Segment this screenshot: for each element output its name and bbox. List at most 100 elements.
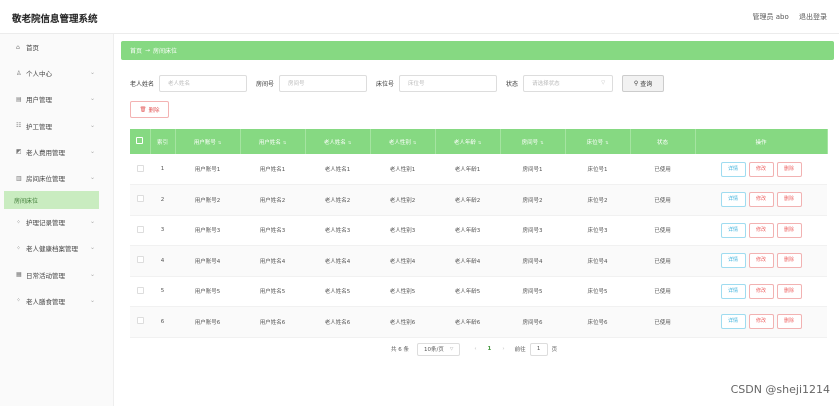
detail-button[interactable]: 详情 — [720, 222, 746, 238]
pager-current-page[interactable]: 1 — [488, 346, 492, 352]
table-cell: 老人年龄6 — [435, 306, 500, 338]
row-actions: 详情 修改 删除 — [695, 276, 827, 307]
detail-button[interactable]: 详情 — [720, 283, 746, 299]
detail-button[interactable]: 详情 — [720, 314, 746, 330]
delete-button[interactable]: 删除 — [776, 222, 802, 238]
detail-button[interactable]: 详情 — [720, 253, 746, 269]
table-cell: 老人年龄4 — [435, 245, 500, 277]
pager-size-select[interactable]: 10条/页 ▽ — [417, 342, 461, 356]
table-cell: 用户姓名3 — [240, 215, 305, 246]
logout-link[interactable]: 退出登录 — [799, 13, 827, 21]
sort-icon[interactable]: ⇅ — [283, 140, 286, 145]
filter-name-input[interactable]: 老人姓名 — [159, 74, 248, 92]
delete-button[interactable]: 删除 — [776, 253, 802, 269]
current-user[interactable]: 管理员 abo — [753, 13, 789, 21]
column-header[interactable]: 老人姓名 ⇅ — [305, 129, 371, 154]
column-header[interactable]: 用户姓名 ⇅ — [240, 129, 306, 154]
table-cell: 4 — [150, 245, 175, 277]
batch-delete-button[interactable]: 🗑 删除 — [130, 101, 169, 118]
row-select-cell — [130, 245, 150, 277]
chevron-down-icon: ⌄ — [89, 270, 95, 278]
sidebar-item-nurse[interactable]: ☷ 护工管理 ⌄ — [0, 113, 113, 139]
row-select-cell — [130, 306, 150, 338]
sidebar-item-label: 老人费用管理 — [26, 148, 65, 157]
table-cell: 老人姓名3 — [305, 215, 370, 246]
filter-status-placeholder: 请选择状态 — [532, 81, 560, 87]
meal-icon: ⁘ — [16, 297, 22, 305]
header-select-all[interactable] — [130, 129, 151, 154]
sidebar-item-bed[interactable]: ▥ 房间床位管理 ⌄ — [0, 165, 113, 191]
sort-icon[interactable]: ⇅ — [478, 140, 481, 145]
chevron-down-icon: ⌄ — [89, 95, 95, 103]
edit-button[interactable]: 修改 — [748, 283, 774, 299]
sidebar-item-meal[interactable]: ⁘ 老人膳食管理 ⌄ — [0, 288, 113, 314]
filter-bar: 老人姓名 老人姓名 房间号 房间号 床位号 床位号 状态 请选择状态 ▽ ⚲ 查… — [130, 74, 665, 92]
trash-icon: 🗑 — [139, 106, 147, 113]
sort-icon[interactable]: ⇅ — [218, 140, 221, 145]
edit-button[interactable]: 修改 — [748, 314, 774, 330]
sidebar-item-care[interactable]: ⁘ 护理记录管理 ⌄ — [0, 209, 113, 235]
delete-button[interactable]: 删除 — [776, 314, 802, 330]
sidebar-item-activity[interactable]: ▦ 日常活动管理 ⌄ — [0, 262, 113, 288]
detail-button[interactable]: 详情 — [720, 192, 746, 208]
batch-delete-label: 删除 — [148, 107, 160, 114]
sort-icon[interactable]: ⇅ — [348, 140, 351, 145]
table-cell: 3 — [150, 215, 175, 246]
detail-button[interactable]: 详情 — [720, 161, 746, 177]
column-header[interactable]: 房间号 ⇅ — [500, 129, 566, 154]
edit-button[interactable]: 修改 — [748, 192, 774, 208]
sort-icon[interactable]: ⇅ — [540, 140, 543, 145]
column-header-label: 用户姓名 — [258, 139, 281, 146]
row-checkbox[interactable] — [136, 195, 144, 203]
table-row: 4 用户账号4 用户姓名4 老人姓名4 老人性别4 老人年龄4 房间号4 床位号4 已使用 详情修… — [130, 245, 827, 277]
sidebar-sub-item-room-bed[interactable]: 房间床位 — [4, 191, 99, 210]
next-page-icon[interactable]: › — [502, 346, 504, 352]
filter-bed-input[interactable]: 床位号 — [399, 74, 498, 92]
sidebar-item-fee[interactable]: ◩ 老人费用管理 ⌄ — [0, 139, 113, 165]
delete-button[interactable]: 删除 — [776, 192, 802, 208]
sidebar-item-home[interactable]: ⌂ 首页 — [0, 34, 113, 60]
pager-goto-input[interactable]: 1 — [529, 342, 548, 356]
filter-room-input[interactable]: 房间号 — [279, 74, 368, 92]
table-cell: 老人性别1 — [370, 154, 435, 185]
table-cell: 老人年龄1 — [435, 154, 500, 185]
search-icon: ⚲ — [633, 79, 639, 87]
sort-icon[interactable]: ⇅ — [413, 140, 416, 145]
column-header[interactable]: 老人性别 ⇅ — [370, 129, 436, 154]
query-button[interactable]: ⚲ 查询 — [622, 74, 665, 92]
delete-button[interactable]: 删除 — [776, 161, 802, 177]
row-checkbox[interactable] — [136, 164, 144, 172]
delete-button[interactable]: 删除 — [776, 283, 802, 299]
sidebar-item-users[interactable]: ▤ 用户管理 ⌄ — [0, 86, 113, 112]
breadcrumb-home[interactable]: 首页 — [130, 46, 142, 55]
table-cell: 床位号4 — [565, 245, 630, 277]
edit-button[interactable]: 修改 — [748, 253, 774, 269]
edit-button[interactable]: 修改 — [748, 161, 774, 177]
row-checkbox[interactable] — [136, 317, 144, 325]
chevron-down-icon: ⌄ — [89, 147, 95, 155]
pager-goto-label: 前往 — [514, 347, 526, 353]
table-cell: 用户账号6 — [175, 306, 240, 338]
select-all-checkbox[interactable] — [136, 137, 144, 144]
table-cell: 老人性别5 — [370, 276, 435, 307]
column-header[interactable]: 用户账号 ⇅ — [175, 129, 241, 154]
pager-size-value: 10条/页 — [424, 347, 444, 353]
row-checkbox[interactable] — [136, 225, 144, 233]
table-cell: 已使用 — [630, 276, 695, 307]
row-checkbox[interactable] — [136, 256, 144, 264]
sidebar-item-user[interactable]: ♙ 个人中心 ⌄ — [0, 60, 113, 86]
column-header-label: 老人姓名 — [323, 139, 346, 146]
column-header[interactable]: 老人年龄 ⇅ — [435, 129, 501, 154]
table-cell: 老人性别3 — [370, 215, 435, 246]
row-checkbox[interactable] — [136, 286, 144, 294]
edit-button[interactable]: 修改 — [748, 222, 774, 238]
filter-status-select[interactable]: 请选择状态 ▽ — [523, 74, 614, 92]
prev-page-icon[interactable]: ‹ — [474, 346, 476, 352]
sidebar-item-health[interactable]: ⁘ 老人健康档案管理 ⌄ — [0, 235, 113, 261]
column-header[interactable]: 床位号 ⇅ — [565, 129, 631, 154]
table-cell: 用户姓名4 — [240, 245, 305, 277]
sort-icon[interactable]: ⇅ — [605, 140, 608, 145]
table-cell: 老人姓名5 — [305, 276, 370, 307]
table-cell: 老人性别2 — [370, 184, 435, 216]
table-cell: 用户账号5 — [175, 276, 240, 307]
